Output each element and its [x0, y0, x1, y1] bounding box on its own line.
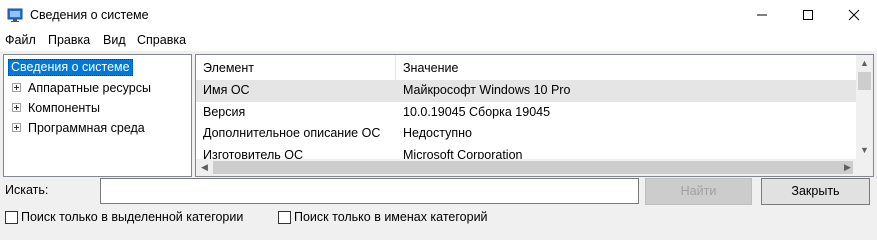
- vertical-scroll-thumb[interactable]: [858, 72, 871, 90]
- tree-item-label: Аппаратные ресурсы: [28, 81, 151, 95]
- tree-item-label: Программная среда: [28, 121, 145, 135]
- title-bar: Сведения о системе: [0, 0, 877, 30]
- expand-icon[interactable]: [12, 83, 21, 92]
- horizontal-scroll-thumb[interactable]: [213, 161, 853, 174]
- scroll-up-icon[interactable]: ▲: [856, 55, 873, 72]
- tree-item-label: Компоненты: [28, 101, 101, 115]
- menu-edit[interactable]: Правка: [48, 33, 90, 47]
- tree-item-software-environment[interactable]: Программная среда: [4, 119, 191, 137]
- row-item: Имя ОС: [203, 83, 250, 97]
- tree-item-hardware-resources[interactable]: Аппаратные ресурсы: [4, 79, 191, 97]
- close-icon: [848, 9, 860, 21]
- minimize-icon: [757, 14, 767, 16]
- tree-item-system-summary[interactable]: Сведения о системе: [8, 59, 133, 76]
- expand-icon[interactable]: [12, 123, 21, 132]
- menu-bar: Файл Правка Вид Справка: [0, 30, 877, 51]
- scroll-right-icon[interactable]: ▶: [839, 159, 856, 176]
- column-header-item[interactable]: Элемент: [203, 61, 254, 75]
- maximize-button[interactable]: [785, 0, 831, 30]
- search-label: Искать:: [5, 183, 49, 197]
- selected-category-only-label[interactable]: Поиск только в выделенной категории: [21, 210, 243, 224]
- menu-help[interactable]: Справка: [137, 33, 186, 47]
- list-header: Элемент Значение: [196, 55, 856, 80]
- minimize-button[interactable]: [739, 0, 785, 30]
- system-info-icon: [7, 8, 23, 22]
- scrollbar-corner: [856, 159, 873, 176]
- search-input[interactable]: [100, 178, 639, 204]
- find-button[interactable]: Найти: [645, 178, 752, 205]
- vertical-scrollbar[interactable]: ▲ ▼: [856, 55, 873, 159]
- row-value: Майкрософт Windows 10 Pro: [403, 83, 571, 97]
- column-divider[interactable]: [395, 55, 396, 80]
- scroll-down-icon[interactable]: ▼: [856, 142, 873, 159]
- table-row[interactable]: Дополнительное описание ОС Недоступно: [196, 123, 856, 145]
- category-tree[interactable]: Сведения о системе Аппаратные ресурсы Ко…: [3, 54, 192, 177]
- row-value: Недоступно: [403, 126, 472, 140]
- row-value: 10.0.19045 Сборка 19045: [403, 105, 551, 119]
- close-button[interactable]: Закрыть: [761, 178, 870, 205]
- window-title: Сведения о системе: [30, 8, 149, 22]
- category-names-only-checkbox[interactable]: [278, 211, 291, 224]
- row-item: Версия: [203, 105, 246, 119]
- tree-item-components[interactable]: Компоненты: [4, 99, 191, 117]
- column-header-value[interactable]: Значение: [403, 61, 458, 75]
- row-item: Дополнительное описание ОС: [203, 126, 381, 140]
- menu-file[interactable]: Файл: [5, 33, 36, 47]
- selected-category-only-checkbox[interactable]: [5, 211, 18, 224]
- maximize-icon: [803, 10, 813, 20]
- category-names-only-label[interactable]: Поиск только в именах категорий: [294, 210, 488, 224]
- horizontal-scrollbar[interactable]: ◀ ▶: [196, 159, 873, 176]
- table-row[interactable]: Версия 10.0.19045 Сборка 19045: [196, 102, 856, 124]
- close-window-button[interactable]: [831, 0, 877, 30]
- expand-icon[interactable]: [12, 103, 21, 112]
- menu-view[interactable]: Вид: [103, 33, 126, 47]
- table-row[interactable]: Имя ОС Майкрософт Windows 10 Pro: [196, 80, 856, 102]
- details-list[interactable]: Элемент Значение Имя ОС Майкрософт Windo…: [195, 54, 874, 177]
- scroll-left-icon[interactable]: ◀: [196, 159, 213, 176]
